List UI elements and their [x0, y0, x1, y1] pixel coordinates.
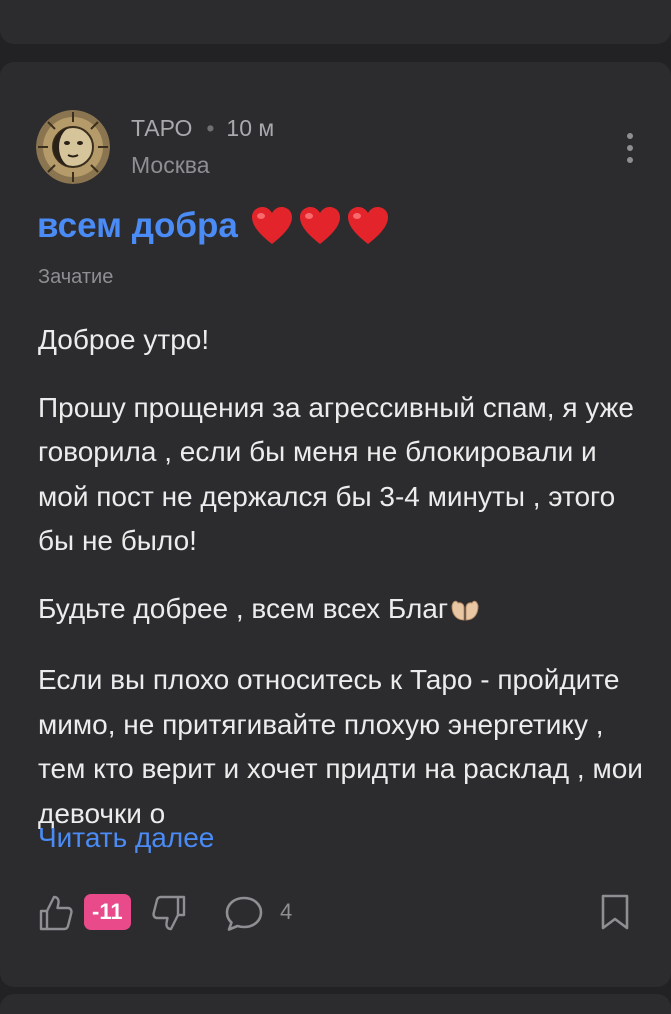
- post-paragraph: Будьте добрее , всем всех Благ: [38, 592, 449, 624]
- dislike-button[interactable]: [151, 894, 187, 932]
- more-vertical-icon: [627, 133, 633, 139]
- tarot-avatar-image: [36, 110, 110, 184]
- author-name[interactable]: ТАРО: [131, 115, 192, 141]
- rating-score-badge: -11: [84, 894, 131, 930]
- red-heart-emoji: [251, 207, 292, 244]
- post-meta: ТАРО • 10 м: [131, 115, 274, 142]
- like-button[interactable]: [38, 894, 74, 932]
- thumbs-down-icon: [152, 895, 186, 931]
- post-paragraph-with-emoji: Будьте добрее , всем всех Благ: [38, 587, 648, 636]
- next-post-card: [0, 994, 671, 1014]
- post-paragraph: Доброе утро!: [38, 324, 210, 355]
- post-body[interactable]: Доброе утро! Прошу прощения за агрессивн…: [38, 318, 648, 859]
- thumbs-up-icon: [39, 895, 73, 931]
- bookmark-button[interactable]: [599, 893, 631, 931]
- more-options-button[interactable]: [614, 128, 646, 168]
- title-emoji: [250, 205, 394, 247]
- palms-up-together-emoji: [450, 591, 480, 636]
- post-paragraph: Прошу прощения за агрессивный спам, я уж…: [38, 391, 634, 557]
- previous-post-card: [0, 0, 671, 44]
- comments-button[interactable]: [224, 895, 264, 933]
- comment-count: 4: [280, 899, 293, 924]
- avatar[interactable]: [36, 110, 110, 184]
- post-title: всем добра: [37, 206, 238, 245]
- post-paragraph: Если вы плохо относитесь к Таро - пройди…: [38, 664, 643, 829]
- read-more-link[interactable]: Читать далее: [38, 822, 214, 854]
- meta-separator: •: [206, 115, 215, 141]
- red-heart-emoji: [347, 207, 388, 244]
- author-city: Москва: [131, 152, 210, 178]
- comment-bubble-icon: [225, 896, 263, 931]
- post-category[interactable]: Зачатие: [38, 266, 113, 289]
- red-heart-emoji: [299, 207, 340, 244]
- post-title-row[interactable]: всем добра: [37, 198, 394, 254]
- bookmark-icon: [601, 894, 629, 930]
- post-time: 10 м: [226, 115, 275, 141]
